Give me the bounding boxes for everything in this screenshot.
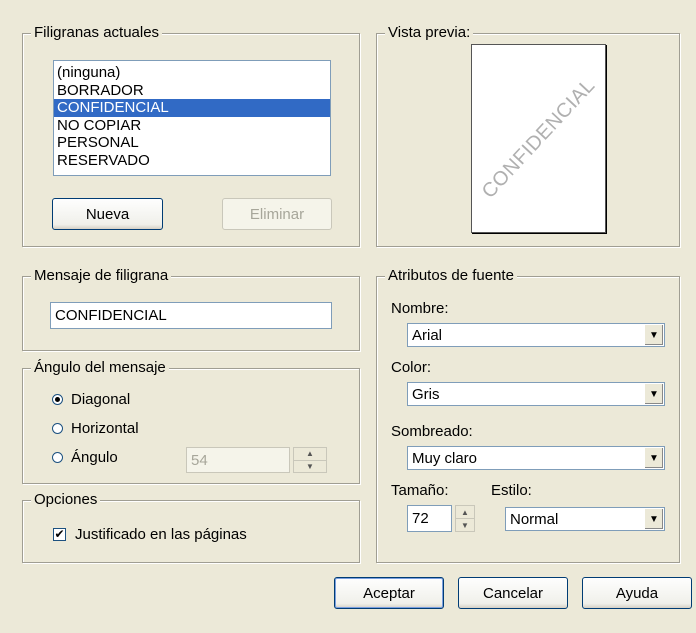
radio-horizontal-label: Horizontal	[71, 420, 139, 437]
cancel-button[interactable]: Cancelar	[458, 577, 568, 609]
fit-pages-checkbox[interactable]: ✔ Justificado en las páginas	[53, 526, 247, 543]
options-title: Opciones	[31, 491, 101, 509]
radio-dot[interactable]	[52, 452, 63, 463]
font-shading-label: Sombreado:	[391, 423, 473, 440]
radio-horizontal[interactable]: Horizontal	[52, 420, 139, 437]
fit-pages-label: Justificado en las páginas	[75, 526, 247, 543]
font-color-value: Gris	[412, 385, 440, 403]
chevron-down-icon[interactable]: ▼	[644, 325, 663, 345]
chevron-down-icon[interactable]: ▼	[644, 509, 663, 529]
spinner-up-icon[interactable]: ▲	[456, 506, 474, 519]
radio-diagonal-label: Diagonal	[71, 391, 131, 408]
font-name-label: Nombre:	[391, 300, 449, 317]
checkbox-check-icon[interactable]: ✔	[53, 528, 66, 541]
radio-angle-label: Ángulo	[71, 449, 118, 466]
angle-value-input[interactable]: 54	[186, 447, 290, 473]
chevron-down-icon[interactable]: ▼	[644, 384, 663, 404]
list-item[interactable]: PERSONAL	[54, 134, 330, 152]
radio-dot[interactable]	[52, 394, 63, 405]
preview-watermark-text: CONFIDENCIAL	[477, 74, 600, 203]
message-title: Mensaje de filigrana	[31, 267, 172, 285]
radio-angle[interactable]: Ángulo	[52, 449, 118, 466]
font-size-spinner[interactable]: ▲ ▼	[455, 505, 475, 532]
message-input[interactable]: CONFIDENCIAL	[50, 302, 332, 329]
radio-diagonal[interactable]: Diagonal	[52, 391, 130, 408]
font-attributes-title: Atributos de fuente	[385, 267, 517, 285]
preview-page: CONFIDENCIAL	[471, 44, 606, 233]
font-name-select[interactable]: Arial ▼	[407, 323, 665, 347]
font-name-value: Arial	[412, 326, 443, 344]
font-color-select[interactable]: Gris ▼	[407, 382, 665, 406]
delete-button[interactable]: Eliminar	[222, 198, 332, 230]
current-watermarks-title: Filigranas actuales	[31, 24, 163, 42]
font-style-select[interactable]: Normal ▼	[505, 507, 665, 531]
font-shading-value: Muy claro	[412, 449, 478, 467]
list-item-selected[interactable]: CONFIDENCIAL	[54, 99, 330, 117]
font-color-label: Color:	[391, 359, 432, 376]
spinner-down-icon[interactable]: ▼	[456, 519, 474, 531]
angle-title: Ángulo del mensaje	[31, 359, 169, 377]
radio-dot[interactable]	[52, 423, 63, 434]
list-item[interactable]: (ninguna)	[54, 64, 330, 82]
ok-button[interactable]: Aceptar	[334, 577, 444, 609]
angle-spinner[interactable]: ▲ ▼	[293, 447, 327, 473]
help-button[interactable]: Ayuda	[582, 577, 692, 609]
spinner-down-icon[interactable]: ▼	[294, 461, 326, 473]
font-size-label: Tamaño:	[391, 482, 449, 499]
font-style-label: Estilo:	[491, 482, 532, 499]
font-shading-select[interactable]: Muy claro ▼	[407, 446, 665, 470]
preview-title: Vista previa:	[385, 24, 474, 42]
watermark-list[interactable]: (ninguna) BORRADOR CONFIDENCIAL NO COPIA…	[53, 60, 331, 176]
font-style-value: Normal	[510, 510, 559, 528]
new-button[interactable]: Nueva	[52, 198, 163, 230]
list-item[interactable]: RESERVADO	[54, 152, 330, 170]
list-item[interactable]: BORRADOR	[54, 82, 330, 100]
font-size-input[interactable]: 72	[407, 505, 452, 532]
chevron-down-icon[interactable]: ▼	[644, 448, 663, 468]
list-item[interactable]: NO COPIAR	[54, 117, 330, 135]
spinner-up-icon[interactable]: ▲	[294, 448, 326, 461]
